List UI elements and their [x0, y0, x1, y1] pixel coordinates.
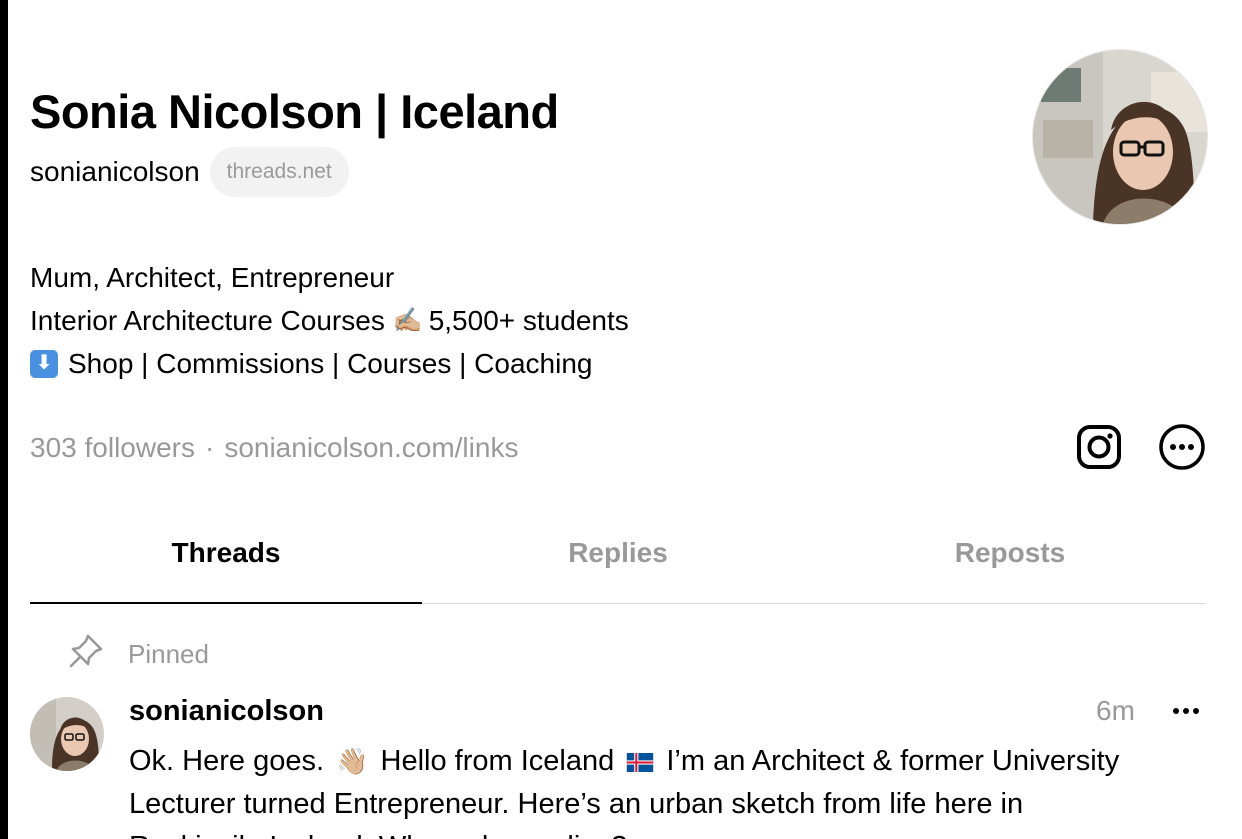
post-text-a: Ok. Here goes.: [129, 745, 325, 777]
more-circle-icon[interactable]: [1158, 423, 1206, 471]
post-more-icon[interactable]: [1166, 690, 1206, 732]
profile-bio: Mum, Architect, Entrepreneur Interior Ar…: [30, 256, 629, 385]
domain-badge[interactable]: threads.net: [209, 147, 349, 197]
profile-avatar[interactable]: [1032, 49, 1208, 225]
tab-threads[interactable]: Threads: [30, 520, 422, 604]
bio-line-1: Mum, Architect, Entrepreneur: [30, 256, 629, 299]
post-line-1: Ok. Here goes. 👋🏼 Hello from Iceland I’m…: [129, 740, 1209, 783]
bio-line-3: ⬇ Shop | Commissions | Courses | Coachin…: [30, 342, 629, 385]
pinned-label: Pinned: [128, 638, 209, 669]
bio-line-2-text: Interior Architecture Courses: [30, 305, 385, 336]
bio-line-2: Interior Architecture Courses ✍🏼 5,500+ …: [30, 299, 629, 342]
post-avatar[interactable]: [30, 697, 104, 771]
post-timestamp: 6m: [1096, 695, 1135, 726]
profile-handle: sonianicolson: [30, 156, 200, 187]
tab-replies[interactable]: Replies: [422, 520, 814, 603]
tab-reposts[interactable]: Reposts: [814, 520, 1206, 603]
pinned-indicator: Pinned: [68, 634, 209, 674]
post-text-c: I’m an Architect & former University: [666, 745, 1120, 777]
meta-separator: ·: [204, 432, 215, 463]
instagram-icon[interactable]: [1075, 423, 1123, 471]
threads-profile-page: Sonia Nicolson | Iceland sonianicolson t…: [0, 0, 1242, 839]
down-arrow-icon: ⬇: [30, 349, 58, 378]
profile-link[interactable]: sonianicolson.com/links: [224, 432, 518, 464]
post-line-3: Reykjavik, Iceland. Where do you live?: [129, 826, 1209, 839]
followers-count[interactable]: 303 followers: [30, 432, 195, 464]
pin-icon: [68, 633, 104, 676]
post-username[interactable]: sonianicolson: [129, 690, 324, 732]
profile-name: Sonia Nicolson | Iceland: [30, 85, 559, 138]
window-edge: [0, 0, 8, 839]
post-body: Ok. Here goes. 👋🏼 Hello from Iceland I’m…: [129, 740, 1209, 839]
post-text-b: Hello from Iceland: [380, 745, 615, 777]
handle-row: sonianicolson threads.net: [30, 147, 349, 197]
bio-line-3-text: Shop | Commissions | Courses | Coaching: [68, 348, 593, 379]
post-line-2: Lecturer turned Entrepreneur. Here’s an …: [129, 788, 1024, 820]
profile-meta: 303 followers · sonianicolson.com/links: [30, 426, 518, 470]
bio-line-1-text: Mum, Architect, Entrepreneur: [30, 262, 395, 293]
bio-students-count: 5,500+ students: [428, 305, 629, 336]
iceland-flag-icon: [627, 753, 654, 772]
waving-hand-icon: 👋🏼: [336, 746, 369, 776]
profile-tabs: Threads Replies Reposts: [30, 520, 1206, 604]
writing-hand-icon: ✍🏼: [392, 307, 423, 334]
